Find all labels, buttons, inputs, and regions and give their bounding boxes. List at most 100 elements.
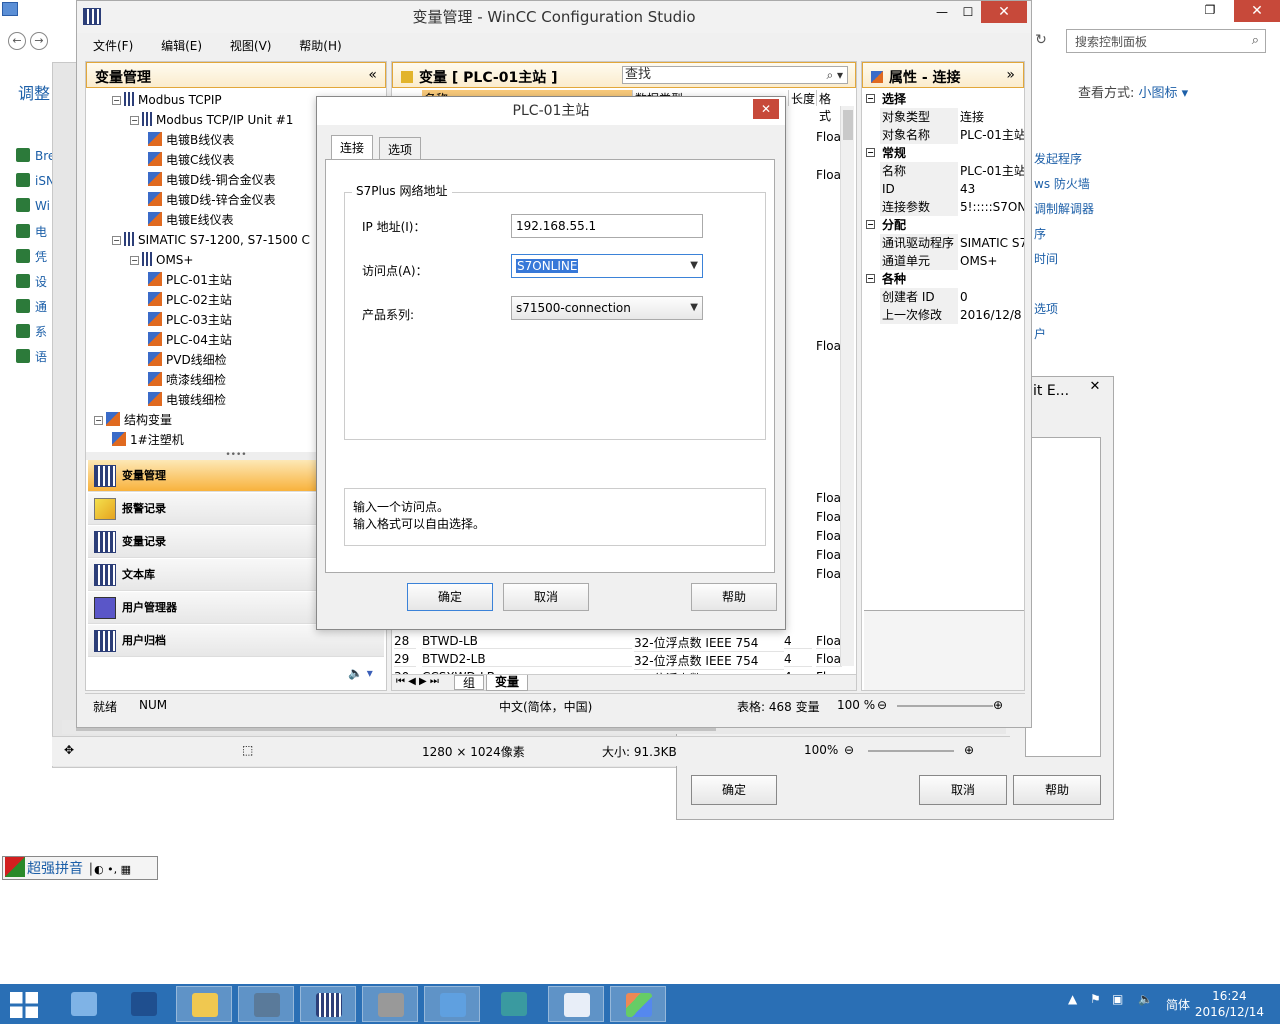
property-row[interactable]: 上一次修改 2016/12/8 <box>864 306 1024 324</box>
refresh-icon[interactable]: ↻ <box>1030 32 1052 50</box>
tree-node[interactable]: − Modbus TCP/IP Unit #1 <box>130 110 293 130</box>
property-row[interactable]: 连接参数 5!:::::S7ON <box>864 198 1024 216</box>
property-group[interactable]: − 各种 <box>864 270 1024 288</box>
property-row[interactable]: ID 43 <box>864 180 1024 198</box>
collapse-toggle-icon[interactable]: − <box>866 274 875 283</box>
zoom-in-icon[interactable]: ⊕ <box>964 743 974 757</box>
expand-toggle-icon[interactable]: − <box>94 416 103 425</box>
taskbar-control-panel[interactable] <box>424 986 480 1022</box>
selection-icon[interactable]: ⬚ <box>242 743 253 757</box>
find-input[interactable]: 查找 ⌕ ▾ <box>622 66 848 84</box>
tray-chevron-icon[interactable]: ▲ <box>1068 992 1077 1006</box>
ime-mode-icons[interactable]: │◐ •, ▦ <box>87 863 131 876</box>
move-icon[interactable]: ✥ <box>64 743 74 757</box>
menu-edit[interactable]: 编辑(E) <box>145 33 210 54</box>
property-group[interactable]: − 分配 <box>864 216 1024 234</box>
property-row[interactable]: 对象名称 PLC-01主站 <box>864 126 1024 144</box>
col-fmt[interactable]: 格式 <box>816 90 842 123</box>
expand-toggle-icon[interactable]: − <box>112 96 121 105</box>
tree-node[interactable]: 1#注塑机 <box>112 430 184 450</box>
collapse-toggle-icon[interactable]: − <box>866 220 875 229</box>
property-row[interactable]: 对象类型 连接 <box>864 108 1024 126</box>
cp-item[interactable]: 调制解调器 <box>1034 200 1094 225</box>
tree-node[interactable]: PLC-03主站 <box>148 310 232 330</box>
cp-item[interactable] <box>1034 275 1094 300</box>
zoom-out-icon[interactable]: ⊖ <box>844 743 854 757</box>
tree-node[interactable]: PLC-02主站 <box>148 290 232 310</box>
close-icon[interactable]: ✕ <box>753 99 779 119</box>
cp-item[interactable]: 选项 <box>1034 300 1094 325</box>
tab-connection[interactable]: 连接 <box>331 135 374 159</box>
cp-item[interactable]: 通 <box>16 298 55 323</box>
clock[interactable]: 16:24 2016/12/14 <box>1195 988 1264 1020</box>
cp-item[interactable]: ws 防火墙 <box>1034 175 1094 200</box>
restore-button[interactable]: ❐ <box>1186 0 1234 22</box>
tray-volume-icon[interactable]: 🔈 <box>1138 992 1153 1006</box>
cp-item[interactable]: 户 <box>1034 325 1094 350</box>
taskbar-wincc-config[interactable] <box>300 986 356 1022</box>
collapse-toggle-icon[interactable]: − <box>866 148 875 157</box>
zoom-out-icon[interactable]: ⊖ <box>877 698 887 712</box>
scroll-thumb[interactable] <box>843 110 853 140</box>
cp-item[interactable]: 凭 <box>16 248 55 273</box>
zoom-slider[interactable] <box>897 705 993 707</box>
cp-item[interactable]: 发起程序 <box>1034 150 1094 175</box>
taskbar-explorer[interactable] <box>176 986 232 1022</box>
speaker-icon[interactable]: 🔈 ▾ <box>348 666 373 680</box>
tree-node[interactable]: PVD线细检 <box>148 350 227 370</box>
menu-file[interactable]: 文件(F) <box>77 33 141 54</box>
control-panel-search-input[interactable]: 搜索控制面板 ⌕ <box>1066 29 1266 53</box>
cp-item[interactable]: 设 <box>16 273 55 298</box>
expand-toggle-icon[interactable]: − <box>130 256 139 265</box>
tree-node[interactable]: − 结构变量 <box>94 410 172 430</box>
property-row[interactable]: 创建者 ID 0 <box>864 288 1024 306</box>
menu-view[interactable]: 视图(V) <box>214 33 280 54</box>
view-mode-dropdown[interactable]: 小图标 ▾ <box>1139 86 1189 101</box>
tab-options[interactable]: 选项 <box>379 137 422 159</box>
cp-item[interactable]: 语 <box>16 348 55 373</box>
bg-cancel-button[interactable]: 取消 <box>919 775 1007 805</box>
close-icon[interactable]: ✕ <box>981 1 1027 23</box>
tree-node[interactable]: 电镀D线-锌合金仪表 <box>148 190 276 210</box>
tray-flag-icon[interactable]: ⚑ <box>1090 992 1101 1006</box>
cp-item[interactable]: 序 <box>1034 225 1094 250</box>
cp-item[interactable]: Bre <box>16 148 55 173</box>
property-group[interactable]: − 选择 <box>864 90 1024 108</box>
tree-node[interactable]: PLC-01主站 <box>148 270 232 290</box>
menu-help[interactable]: 帮助(H) <box>283 33 349 54</box>
tree-node[interactable]: 电镀D线-铜合金仪表 <box>148 170 276 190</box>
cp-item[interactable]: iSN <box>16 173 55 198</box>
tree-node[interactable]: 电镀C线仪表 <box>148 150 234 170</box>
expand-toggle-icon[interactable]: − <box>112 236 121 245</box>
ime-toolbar[interactable]: 超强拼音 │◐ •, ▦ <box>2 856 158 880</box>
close-icon[interactable]: ✕ <box>1083 379 1107 399</box>
expand-icon[interactable]: » <box>1006 67 1015 83</box>
taskbar-network[interactable] <box>362 986 418 1022</box>
taskbar-wincc-explorer[interactable] <box>238 986 294 1022</box>
taskbar-wincc-runtime[interactable] <box>486 986 542 1022</box>
expand-toggle-icon[interactable]: − <box>130 116 139 125</box>
tree-node[interactable]: 电镀线细检 <box>148 390 226 410</box>
col-len[interactable]: 长度 <box>788 90 816 106</box>
minimize-icon[interactable]: — <box>929 1 955 23</box>
tab-tags[interactable]: 变量 <box>486 675 529 691</box>
forward-icon[interactable]: → <box>30 32 48 50</box>
access-point-select[interactable]: S7ONLINE ▼ <box>511 254 703 278</box>
tree-node[interactable]: − SIMATIC S7-1200, S7-1500 C <box>112 230 310 250</box>
tree-node[interactable]: 电镀B线仪表 <box>148 130 234 150</box>
help-button[interactable]: 帮助 <box>691 583 777 611</box>
tree-node[interactable]: 电镀E线仪表 <box>148 210 234 230</box>
bg-help-button[interactable]: 帮助 <box>1013 775 1101 805</box>
close-button[interactable]: ✕ <box>1234 0 1280 22</box>
tree-node[interactable]: 喷漆线细检 <box>148 370 226 390</box>
windows-start-icon[interactable] <box>10 992 38 1018</box>
vertical-scrollbar[interactable] <box>840 106 854 666</box>
property-row[interactable]: 名称 PLC-01主站 <box>864 162 1024 180</box>
tray-monitor-icon[interactable]: ▣ <box>1112 992 1123 1006</box>
tree-node[interactable]: − OMS+ <box>130 250 193 270</box>
taskbar-paint[interactable] <box>610 986 666 1022</box>
property-group[interactable]: − 常规 <box>864 144 1024 162</box>
tab-groups[interactable]: 组 <box>454 675 485 690</box>
collapse-toggle-icon[interactable]: − <box>866 94 875 103</box>
collapse-icon[interactable]: « <box>368 67 377 83</box>
